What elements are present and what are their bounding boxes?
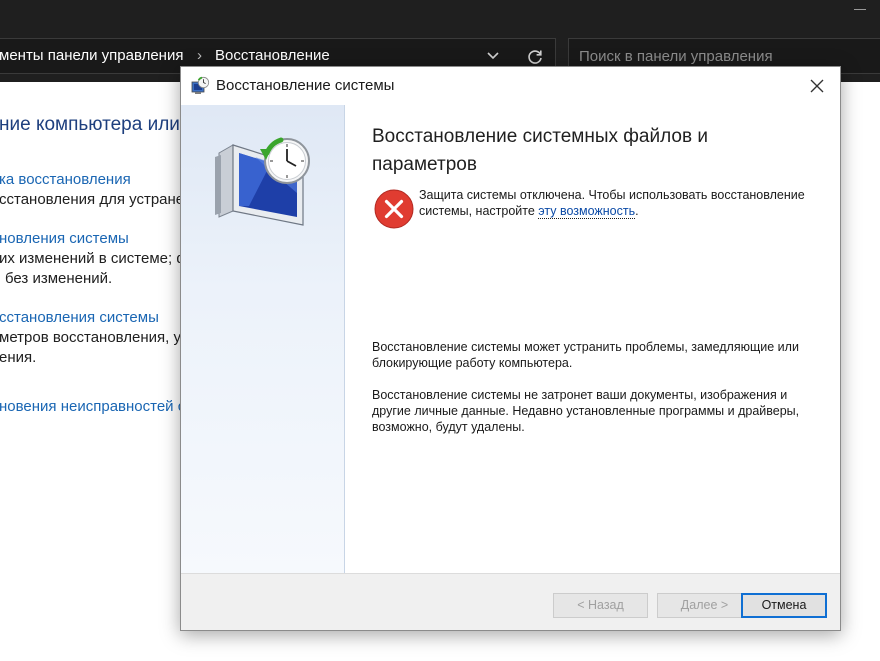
error-text-end: . [635,204,639,218]
description-line: без изменений. [5,270,113,287]
link-configure-system-restore[interactable]: сстановления системы [0,309,159,326]
dialog-heading: Восстановление системных файлов и параме… [372,126,708,175]
error-icon [374,189,414,229]
dialog-title: Восстановление системы [216,77,395,94]
link-open-system-restore[interactable]: новления системы [0,230,129,247]
system-restore-icon [191,76,210,94]
minimize-icon[interactable] [854,9,866,10]
search-placeholder: Поиск в панели управления [579,48,773,65]
info-paragraph-1: Восстановление системы может устранить п… [372,340,799,370]
close-icon [810,79,824,93]
info-paragraph-2: Восстановление системы не затронет ваши … [372,388,800,434]
link-create-recovery-drive[interactable]: ка восстановления [0,171,131,188]
cancel-button[interactable]: Отмена [741,593,827,618]
next-button[interactable]: Далее > [657,593,752,618]
dialog-main-panel: Восстановление системных файлов и параме… [346,105,840,573]
description-line: ения. [0,349,37,366]
link-troubleshooting[interactable]: новения неисправностей с [0,398,185,415]
description-line: их изменений в системе; ф [0,250,189,267]
system-restore-illustration [215,137,310,226]
back-button[interactable]: < Назад [553,593,648,618]
dialog-titlebar[interactable]: Восстановление системы [181,67,840,105]
control-panel-titlebar [0,0,880,30]
configure-link[interactable]: эту возможность [538,204,636,219]
refresh-icon[interactable] [525,47,545,67]
breadcrumb-item-recovery[interactable]: Восстановление [215,47,330,64]
chevron-down-icon[interactable] [486,49,500,63]
close-button[interactable] [794,67,840,105]
system-restore-dialog: Восстановление системы Восстановление си… [180,66,841,631]
dialog-side-panel [181,105,345,573]
description-line: метров восстановления, у [0,329,181,346]
page-title: ние компьютера или [0,114,180,135]
description-line: сстановления для устране [0,191,185,208]
error-message: Защита системы отключена. Чтобы использо… [419,187,819,219]
breadcrumb-item-control-panel-items[interactable]: менты панели управления [0,47,183,64]
dialog-footer: < Назад Далее > Отмена [181,573,840,630]
breadcrumb-separator: › [197,47,202,64]
